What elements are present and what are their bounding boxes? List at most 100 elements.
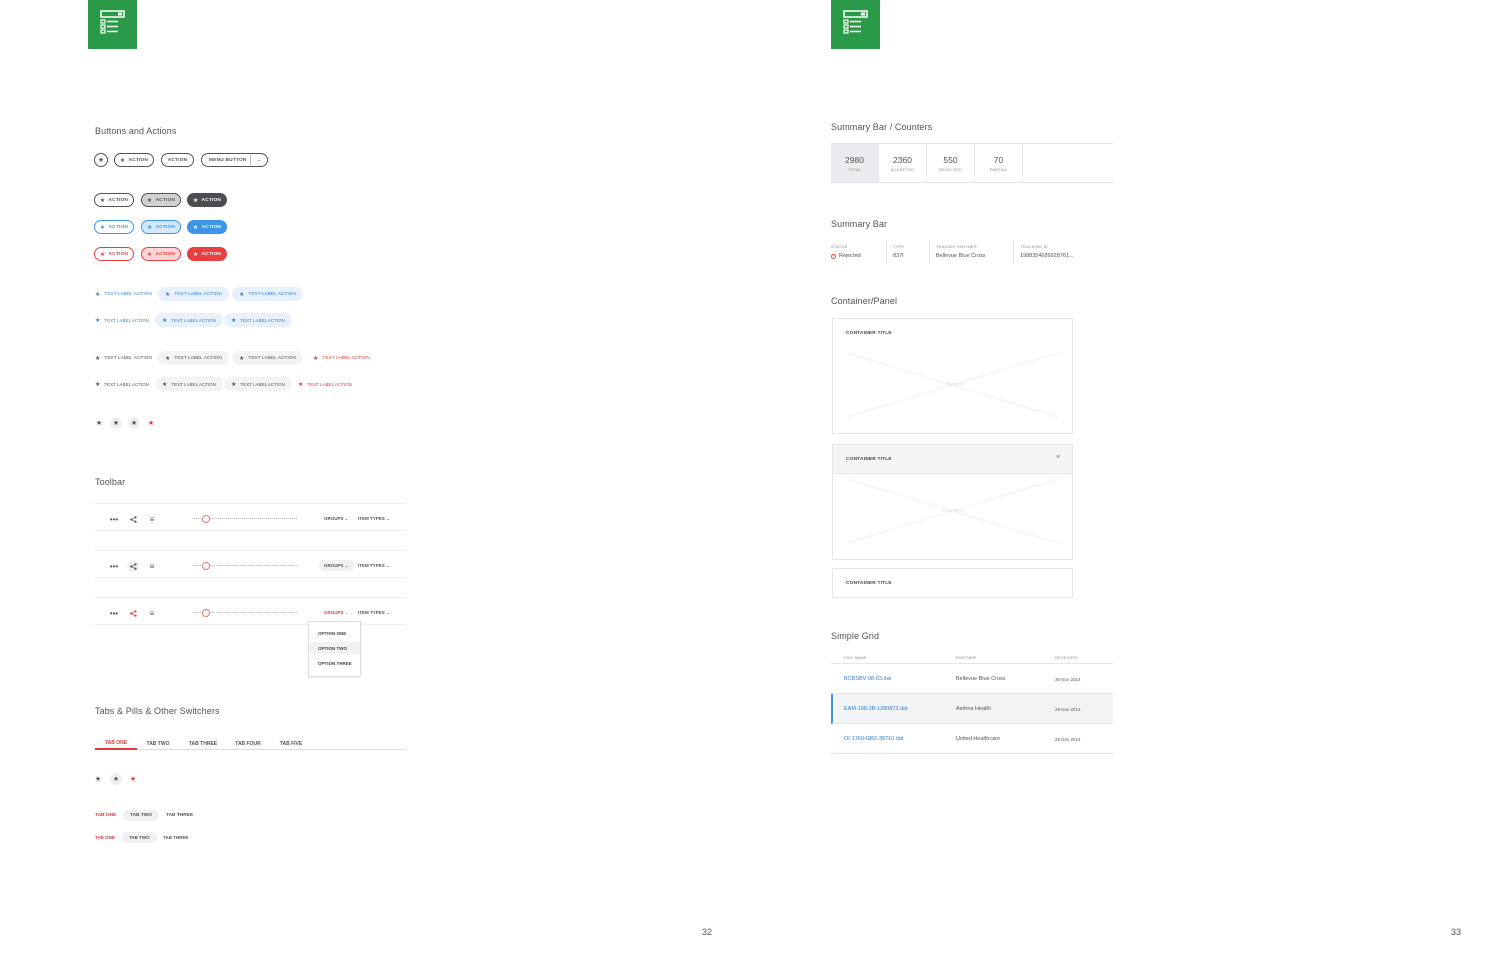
tab-one[interactable]: TAB ONE (95, 737, 137, 750)
text-label-action[interactable]: ★ TEXT LABEL ACTION (224, 313, 292, 327)
menu-button[interactable]: MENU BUTTON ⌄ (201, 153, 268, 167)
zoom-slider[interactable] (192, 562, 297, 570)
action-button-blue-primary[interactable]: ★ ACTION (187, 220, 227, 234)
tab-four[interactable]: TAB FOUR (229, 737, 267, 750)
more-icon[interactable]: ••• (108, 607, 120, 619)
tab-three[interactable]: TAB THREE (183, 737, 223, 750)
groups-dropdown[interactable]: GROUPS ⌄ (319, 607, 354, 618)
star-icon[interactable]: ★ (110, 417, 122, 429)
counter-rejected[interactable]: 550 REJECTED (927, 144, 975, 182)
text-label-action-red[interactable]: ★ TEXT LABEL ACTION (298, 377, 358, 391)
slider-handle[interactable] (202, 515, 210, 523)
action-button-red-outline[interactable]: ★ ACTION (94, 247, 134, 261)
groups-dropdown[interactable]: GROUPS ⌄ (319, 513, 354, 524)
star-icon: ★ (97, 157, 105, 164)
table-row[interactable]: OI-1769-GBZ-38710.dat United Healthcare … (831, 724, 1113, 754)
more-icon[interactable]: ••• (108, 560, 120, 572)
text-label-action[interactable]: ★ TEXT LABEL ACTION (224, 377, 292, 391)
star-icon[interactable]: ★ (145, 417, 157, 429)
tab-two[interactable]: TAB TWO (140, 737, 176, 750)
text-label-action-red[interactable]: ★ TEXT LABEL ACTION (313, 351, 376, 365)
zoom-slider[interactable] (192, 609, 297, 617)
received-cell: 30 Nov 2014 (1055, 677, 1081, 682)
star-icon: ★ (99, 197, 106, 204)
item-types-dropdown[interactable]: ITEM TYPES ⌄ (353, 607, 395, 618)
summary-tracking-id: 198835468992876​1... (1020, 253, 1074, 259)
star-icon[interactable]: ★ (93, 417, 105, 429)
switcher-tab-three[interactable]: TAB THREE (157, 832, 194, 843)
toolbar: ••• ≡ GROUPS ⌄ ITEM TYPES ⌄ (95, 550, 406, 578)
star-icon: ★ (95, 355, 101, 362)
menu-item[interactable]: OPTION ONE (309, 627, 360, 639)
share-icon[interactable] (127, 513, 139, 525)
action-button-red-primary[interactable]: ★ ACTION (187, 247, 227, 261)
more-icon[interactable]: ••• (108, 513, 120, 525)
list-icon[interactable]: ≡ (146, 513, 158, 525)
star-icon[interactable]: ★ (127, 773, 139, 785)
slider-handle[interactable] (202, 562, 210, 570)
action-button-secondary[interactable]: ★ ACTION (141, 193, 181, 207)
list-icon[interactable]: ≡ (146, 607, 158, 619)
item-types-dropdown[interactable]: ITEM TYPES ⌄ (353, 560, 395, 571)
file-link[interactable]: BCBSBV-08-03.dat (844, 676, 891, 682)
switcher-tab-three[interactable]: TAB THREE (160, 810, 199, 821)
star-icon[interactable]: ★ (110, 773, 122, 785)
star-icon: ★ (95, 381, 101, 388)
chevron-down-icon: ⌄ (257, 157, 262, 163)
action-button[interactable]: ACTION (161, 153, 194, 167)
slider-handle[interactable] (202, 609, 210, 617)
text-label-action[interactable]: ★ TEXT LABEL ACTION (232, 287, 303, 301)
share-icon[interactable] (127, 607, 139, 619)
column-header[interactable]: PARTNER (956, 655, 976, 660)
star-icon-button[interactable]: ★ (94, 153, 108, 167)
text-label-action[interactable]: ★ TEXT LABEL ACTION (95, 351, 158, 365)
summary-status: Rejected (831, 253, 861, 259)
table-row[interactable]: BCBSBV-08-03.dat Bellevue Blue Cross 30 … (831, 664, 1113, 694)
counter-total[interactable]: 2980 TOTAL (831, 144, 879, 182)
switcher-tab-one[interactable]: TAB ONE (95, 832, 121, 843)
share-icon[interactable] (127, 560, 139, 572)
column-header[interactable]: FILE NAME (844, 655, 867, 660)
counter-accepted[interactable]: 2360 ACCEPTED (879, 144, 927, 182)
star-icon: ★ (99, 224, 106, 231)
file-link[interactable]: EAM-198-JB-1280873.dat (844, 706, 908, 712)
tab-five[interactable]: TAB FIVE (273, 737, 309, 750)
star-icon: ★ (165, 355, 171, 362)
menu-item[interactable]: OPTION THREE (309, 657, 360, 669)
panel-title: CONTAINER TITLE (846, 457, 892, 462)
menu-icon[interactable]: ≡ (1056, 454, 1060, 461)
text-label-action[interactable]: ★ TEXT LABEL ACTION (95, 377, 155, 391)
summary-label: TRADING PARTNER (936, 244, 977, 249)
text-label-action[interactable]: ★ TEXT LABEL ACTION (155, 313, 223, 327)
star-icon: ★ (162, 317, 168, 324)
action-button-blue-outline[interactable]: ★ ACTION (94, 220, 134, 234)
list-icon[interactable]: ≡ (146, 560, 158, 572)
text-label-action[interactable]: ★ TEXT LABEL ACTION (95, 287, 158, 301)
item-types-dropdown[interactable]: ITEM TYPES ⌄ (353, 513, 395, 524)
text-label-action[interactable]: ★ TEXT LABEL ACTION (155, 377, 223, 391)
file-link[interactable]: OI-1769-GBZ-38710.dat (844, 736, 903, 742)
menu-item[interactable]: OPTION TWO (309, 642, 360, 654)
container-panel-collapsed[interactable]: CONTAINER TITLE (832, 568, 1073, 598)
star-icon[interactable]: ★ (92, 773, 104, 785)
switcher-tab-two[interactable]: TAB TWO (122, 832, 157, 843)
action-button-blue-secondary[interactable]: ★ ACTION (141, 220, 181, 234)
page-number: 33 (1451, 927, 1462, 937)
text-label-action[interactable]: ★ TEXT LABEL ACTION (158, 351, 229, 365)
zoom-slider[interactable] (192, 515, 297, 523)
groups-dropdown[interactable]: GROUPS ⌄ (319, 560, 354, 571)
table-row-selected[interactable]: EAM-198-JB-1280873.dat Aethna Health 29 … (831, 694, 1113, 724)
action-button[interactable]: ★ ACTION (114, 153, 154, 167)
action-button-primary[interactable]: ★ ACTION (187, 193, 227, 207)
star-icon[interactable]: ★ (128, 417, 140, 429)
action-button-outline[interactable]: ★ ACTION (94, 193, 134, 207)
star-icon: ★ (231, 381, 237, 388)
text-label-action[interactable]: ★ TEXT LABEL ACTION (232, 351, 303, 365)
switcher-tab-two[interactable]: TAB TWO (123, 810, 160, 821)
counter-partial[interactable]: 70 PARTIAL (975, 144, 1023, 182)
text-label-action[interactable]: ★ TEXT LABEL ACTION (158, 287, 229, 301)
text-label-action[interactable]: ★ TEXT LABEL ACTION (95, 313, 155, 327)
action-button-red-secondary[interactable]: ★ ACTION (141, 247, 181, 261)
switcher-tab-one[interactable]: TAB ONE (95, 810, 122, 821)
column-header[interactable]: RECEIVED (1055, 655, 1077, 660)
